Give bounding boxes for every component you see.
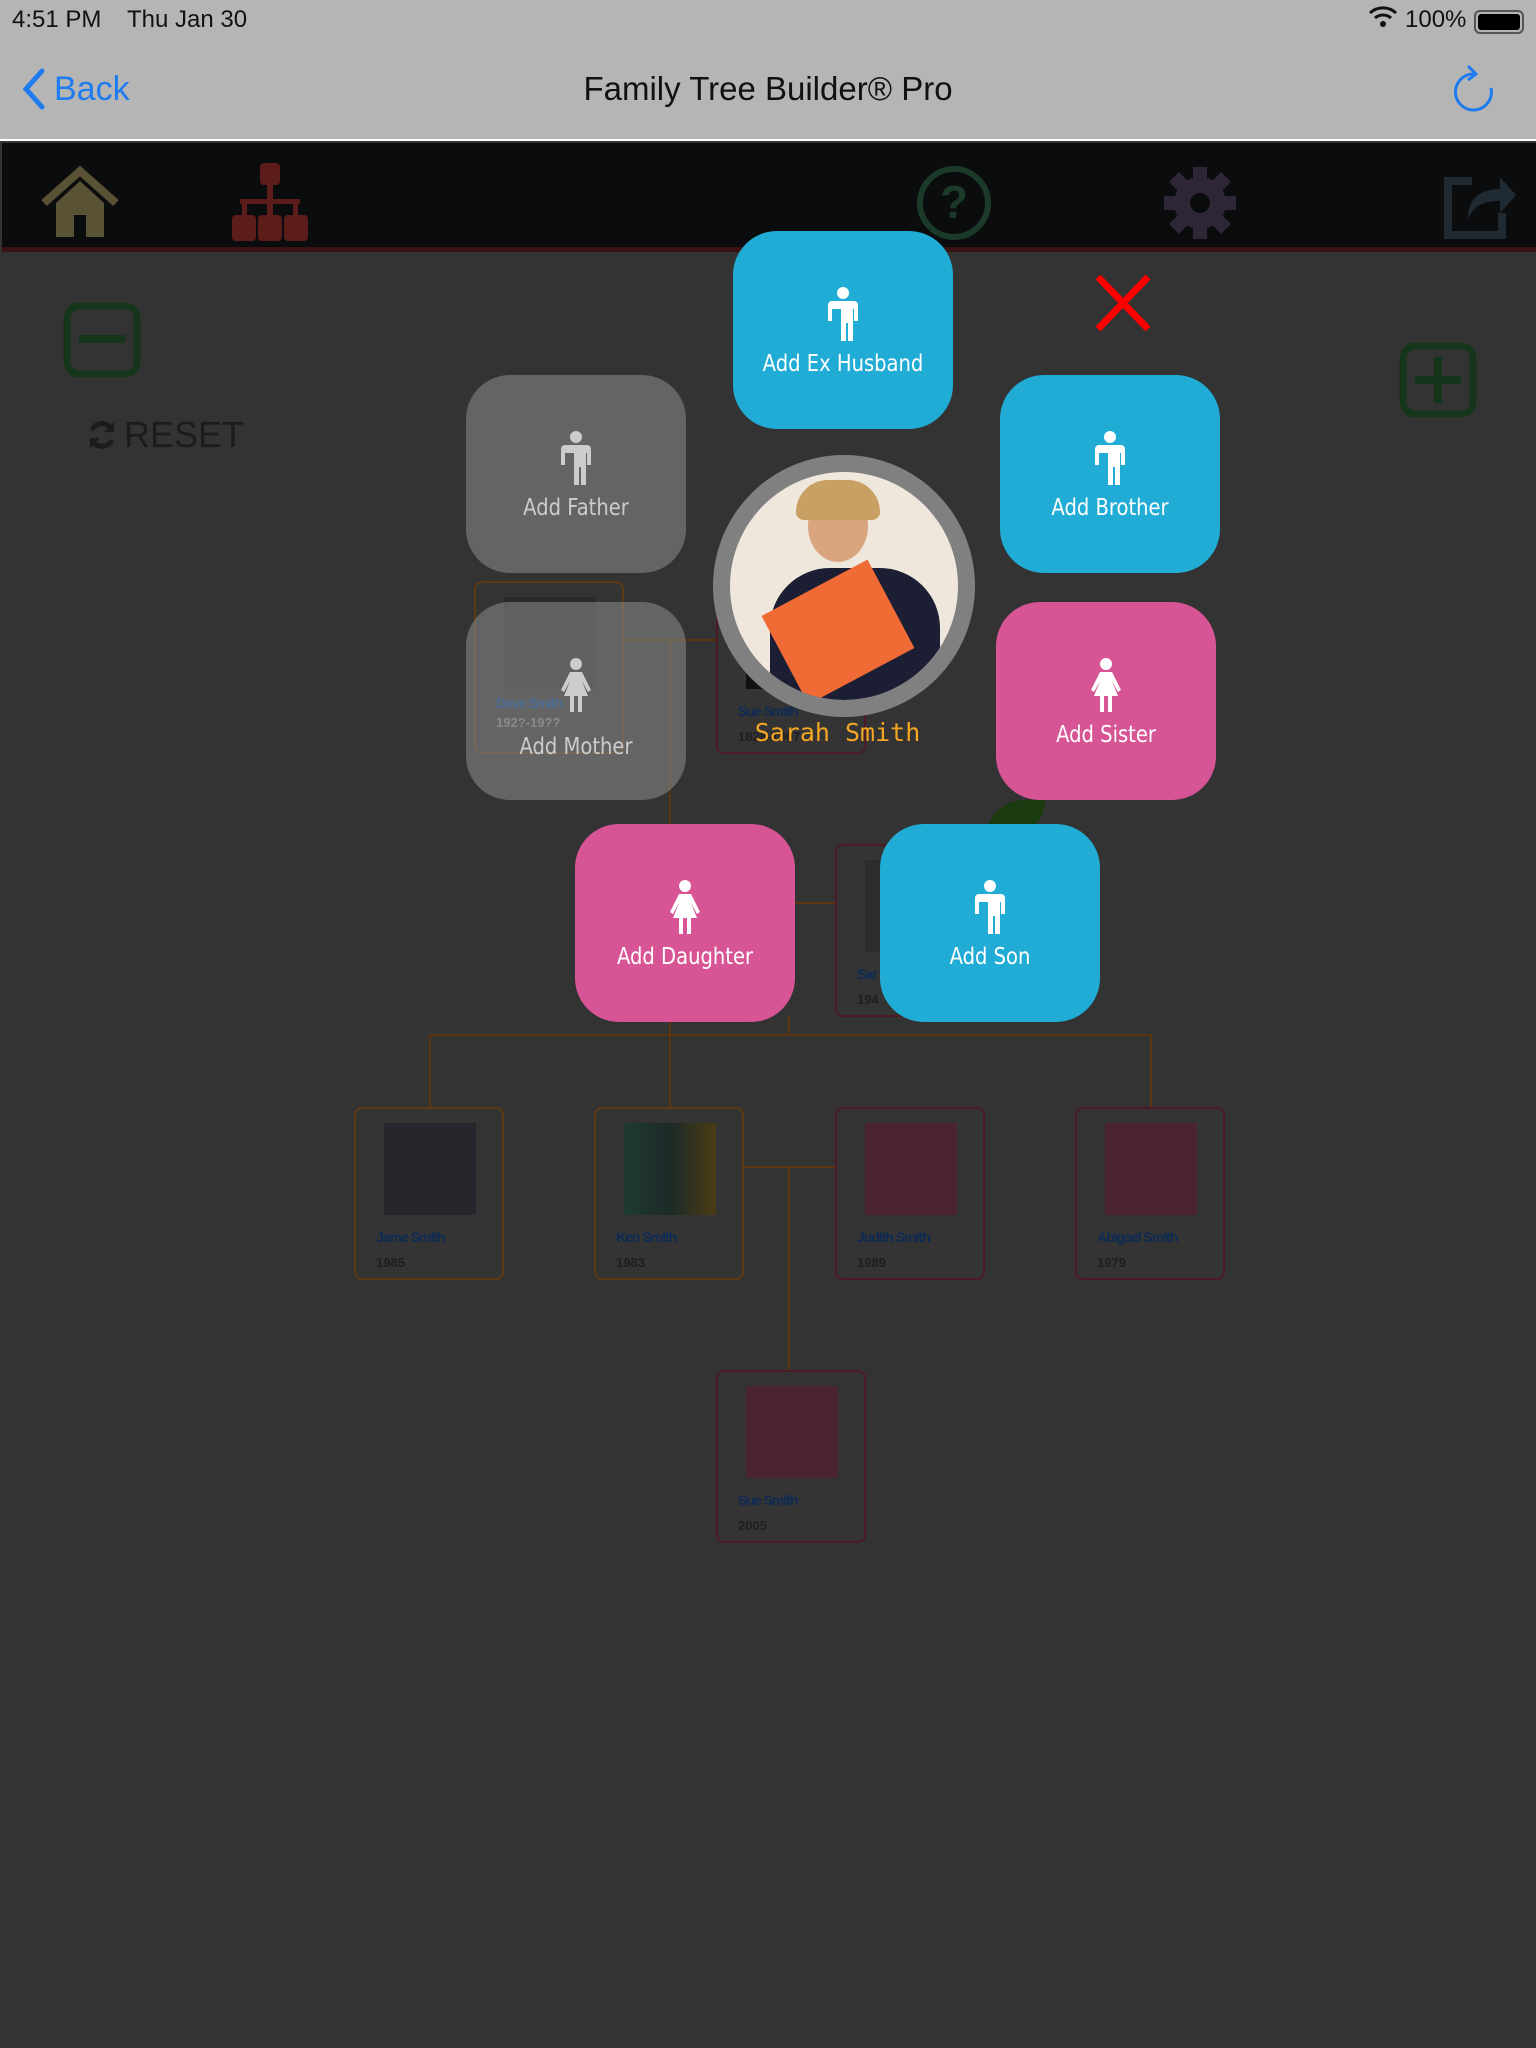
connector-line <box>788 1166 790 1370</box>
female-icon <box>559 658 593 714</box>
selected-person-avatar[interactable] <box>713 455 975 717</box>
reset-button[interactable]: RESET <box>86 414 244 456</box>
connector-line <box>669 1034 671 1107</box>
connector-line <box>788 1016 790 1034</box>
zoom-in-icon[interactable] <box>1399 342 1477 418</box>
add-sister-button[interactable]: Add Sister <box>996 602 1216 800</box>
battery-percent: 100% <box>1405 6 1467 33</box>
person-card[interactable]: Ken Smith 1983 <box>594 1107 744 1280</box>
male-icon <box>559 431 593 487</box>
female-silhouette-icon <box>1105 1123 1197 1215</box>
battery-icon <box>1474 10 1524 34</box>
gear-icon[interactable] <box>1160 163 1240 243</box>
connector-line <box>429 1034 431 1107</box>
zoom-out-icon[interactable] <box>63 302 141 378</box>
female-icon <box>668 880 702 936</box>
time: 4:51 PM <box>12 6 102 33</box>
connector-line <box>794 902 835 904</box>
photo <box>624 1123 716 1215</box>
person-card[interactable]: Abigael Smith 1979 <box>1075 1107 1225 1280</box>
male-icon <box>1093 431 1127 487</box>
connector-line <box>1150 1034 1152 1107</box>
sync-icon <box>89 421 115 449</box>
person-card[interactable]: Sue Smith 2005 <box>716 1370 866 1543</box>
female-silhouette-icon <box>865 1123 957 1215</box>
date: Thu Jan 30 <box>127 6 248 33</box>
close-icon[interactable] <box>1094 273 1152 333</box>
share-icon[interactable] <box>1438 163 1518 243</box>
female-silhouette-icon <box>746 1386 838 1478</box>
add-daughter-button[interactable]: Add Daughter <box>575 824 795 1022</box>
add-ex-husband-button[interactable]: Add Ex Husband <box>733 231 953 429</box>
add-brother-button[interactable]: Add Brother <box>1000 375 1220 573</box>
refresh-icon[interactable] <box>1452 62 1496 116</box>
help-icon[interactable]: ? <box>914 163 994 243</box>
female-icon <box>1089 658 1123 714</box>
person-card[interactable]: Jame Smith 1985 <box>354 1107 504 1280</box>
home-icon[interactable] <box>40 163 120 243</box>
svg-text:?: ? <box>940 176 968 228</box>
wifi-icon <box>1368 4 1398 37</box>
person-card[interactable]: Judith Smith 1989 <box>835 1107 985 1280</box>
tree-icon[interactable] <box>230 163 310 243</box>
add-father-button[interactable]: Add Father <box>466 375 686 573</box>
selected-person-name: Sarah Smith <box>754 718 921 747</box>
navigation-bar: Back Family Tree Builder® Pro <box>0 52 1536 141</box>
photo <box>384 1123 476 1215</box>
status-bar: 4:51 PM Thu Jan 30 100% <box>0 0 1536 52</box>
male-icon <box>973 880 1007 936</box>
connector-line <box>429 1034 1151 1036</box>
page-title: Family Tree Builder® Pro <box>583 70 953 107</box>
add-son-button[interactable]: Add Son <box>880 824 1100 1022</box>
male-icon <box>826 287 860 343</box>
